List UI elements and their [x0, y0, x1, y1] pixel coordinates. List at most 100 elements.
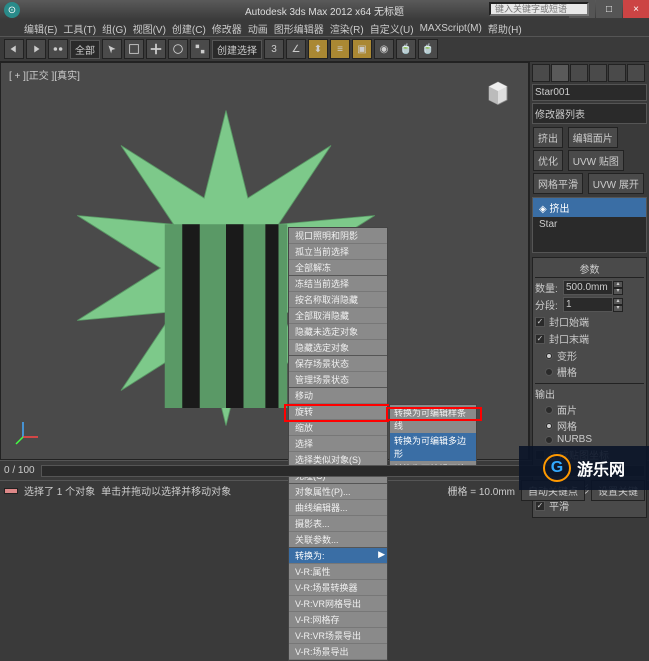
select-by-name-button[interactable]: [124, 39, 144, 59]
render-setup-button[interactable]: 🍵: [396, 39, 416, 59]
close-button[interactable]: ×: [623, 0, 649, 18]
ctx-props[interactable]: 对象属性(P)...: [289, 484, 387, 500]
rollout-title[interactable]: 参数: [535, 260, 644, 278]
grid-status: 栅格 = 10.0mm: [447, 483, 515, 498]
btn-optimize[interactable]: 优化: [533, 150, 563, 171]
hierarchy-tab[interactable]: [570, 64, 588, 82]
cap-start-checkbox[interactable]: ✓封口始端: [535, 314, 644, 329]
select-button[interactable]: [102, 39, 122, 59]
modify-tab[interactable]: [551, 64, 569, 82]
selection-filter-dropdown[interactable]: 全部: [70, 40, 100, 59]
btn-editpatch[interactable]: 编辑面片: [568, 127, 618, 148]
rotate-button[interactable]: [168, 39, 188, 59]
btn-unwrap[interactable]: UVW 展开: [588, 173, 644, 194]
material-editor-button[interactable]: ◉: [374, 39, 394, 59]
motion-tab[interactable]: [589, 64, 607, 82]
ctx-unhide-all[interactable]: 全部取消隐藏: [289, 308, 387, 324]
nurbs-radio[interactable]: NURBS: [545, 434, 644, 445]
align-button[interactable]: ≡: [330, 39, 350, 59]
angle-snap-button[interactable]: ∠: [286, 39, 306, 59]
amount-up[interactable]: ▴: [613, 281, 623, 288]
patch-radio[interactable]: 面片: [545, 402, 644, 417]
ref-coord-dropdown[interactable]: 创建选择: [212, 40, 262, 59]
redo-button[interactable]: [26, 39, 46, 59]
menu-group[interactable]: 组(G): [102, 21, 126, 36]
ctx-dope-sheet[interactable]: 摄影表...: [289, 516, 387, 532]
ctx-scale[interactable]: 缩放: [289, 420, 387, 436]
ctx-vr-scene-conv[interactable]: V-R:场景转换器: [289, 580, 387, 596]
segments-down[interactable]: ▾: [613, 305, 623, 312]
ctx-hide-unselected[interactable]: 隐藏未选定对象: [289, 324, 387, 340]
menu-tools[interactable]: 工具(T): [63, 21, 96, 36]
ctx-hide-selection[interactable]: 隐藏选定对象: [289, 340, 387, 356]
btn-meshsmooth[interactable]: 网格平滑: [533, 173, 583, 194]
sub-editable-spline[interactable]: 转换为可编辑样条线: [390, 405, 476, 433]
cap-end-checkbox[interactable]: ✓封口末端: [535, 331, 644, 346]
ctx-vr-mesh-export[interactable]: V-R:VR网格导出: [289, 596, 387, 612]
ctx-viewport-lighting[interactable]: 视口照明和阴影: [289, 228, 387, 244]
menu-render[interactable]: 渲染(R): [330, 21, 364, 36]
menu-modifiers[interactable]: 修改器: [212, 21, 242, 36]
link-button[interactable]: [48, 39, 68, 59]
ctx-save-scene-state[interactable]: 保存场景状态: [289, 356, 387, 372]
render-button[interactable]: 🍵: [418, 39, 438, 59]
ctx-manage-scene-state[interactable]: 管理场景状态: [289, 372, 387, 388]
maxscript-listener[interactable]: [4, 488, 18, 494]
amount-down[interactable]: ▾: [613, 288, 623, 295]
ctx-wire-params[interactable]: 关联参数...: [289, 532, 387, 548]
watermark-text: 游乐网: [577, 456, 625, 480]
menu-views[interactable]: 视图(V): [133, 21, 166, 36]
mesh-radio[interactable]: 网格: [545, 418, 644, 433]
menu-customize[interactable]: 自定义(U): [370, 21, 414, 36]
stack-extrude[interactable]: ◈ 挤出: [533, 198, 646, 217]
undo-button[interactable]: [4, 39, 24, 59]
menu-create[interactable]: 创建(C): [172, 21, 206, 36]
ctx-isolate[interactable]: 孤立当前选择: [289, 244, 387, 260]
segments-spinner[interactable]: 1: [563, 297, 613, 312]
menu-edit[interactable]: 编辑(E): [24, 21, 57, 36]
viewport[interactable]: [ + ][正交 ][真实] 视口照明和阴影 孤立当前选择 全部解冻 冻结当前选…: [0, 62, 529, 460]
ctx-unfreeze-all[interactable]: 全部解冻: [289, 260, 387, 276]
command-panel: Star001 修改器列表 挤出 编辑面片 优化 UVW 贴图 网格平滑 UVW…: [529, 62, 649, 460]
maximize-button[interactable]: □: [596, 0, 622, 18]
ctx-vr-scene-export[interactable]: V-R:VR场景导出: [289, 628, 387, 644]
viewport-label[interactable]: [ + ][正交 ][真实]: [9, 67, 80, 82]
segments-up[interactable]: ▴: [613, 298, 623, 305]
modifier-list-dropdown[interactable]: 修改器列表: [532, 103, 647, 124]
ctx-rotate[interactable]: 旋转: [289, 404, 387, 420]
stack-star[interactable]: Star: [533, 217, 646, 232]
btn-uvw-map[interactable]: UVW 贴图: [568, 150, 624, 171]
object-name-field[interactable]: Star001: [532, 84, 647, 101]
mirror-button[interactable]: ⬍: [308, 39, 328, 59]
scale-button[interactable]: [190, 39, 210, 59]
menu-animation[interactable]: 动画: [248, 21, 268, 36]
main-toolbar: 全部 创建选择 3 ∠ ⬍ ≡ ▣ ◉ 🍵 🍵: [0, 36, 649, 62]
menu-maxscript[interactable]: MAXScript(M): [420, 23, 482, 34]
amount-spinner[interactable]: 500.0mm: [563, 280, 613, 295]
display-tab[interactable]: [608, 64, 626, 82]
menu-graph[interactable]: 图形编辑器: [274, 21, 324, 36]
grid-radio[interactable]: 栅格: [545, 364, 644, 379]
menu-help[interactable]: 帮助(H): [488, 21, 522, 36]
help-search-input[interactable]: [489, 2, 589, 16]
ctx-convert-to[interactable]: 转换为:▶: [289, 548, 387, 564]
ctx-vr-mesh-save[interactable]: V-R:网格存: [289, 612, 387, 628]
app-logo-icon: ⊙: [4, 2, 20, 18]
move-button[interactable]: [146, 39, 166, 59]
viewcube-icon[interactable]: [480, 73, 516, 109]
utilities-tab[interactable]: [627, 64, 645, 82]
ctx-vr-props[interactable]: V-R:属性: [289, 564, 387, 580]
ctx-select[interactable]: 选择: [289, 436, 387, 452]
create-tab[interactable]: [532, 64, 550, 82]
ctx-move[interactable]: 移动: [289, 388, 387, 404]
morph-radio[interactable]: 变形: [545, 348, 644, 363]
ctx-unhide-by-name[interactable]: 按名称取消隐藏: [289, 292, 387, 308]
ctx-freeze[interactable]: 冻结当前选择: [289, 276, 387, 292]
ctx-curve-editor[interactable]: 曲线编辑器...: [289, 500, 387, 516]
layer-button[interactable]: ▣: [352, 39, 372, 59]
ctx-vr-scene-export2[interactable]: V-R:场景导出: [289, 644, 387, 660]
modifier-stack[interactable]: ◈ 挤出 Star: [532, 197, 647, 253]
snap-button[interactable]: 3: [264, 39, 284, 59]
btn-extrude[interactable]: 挤出: [533, 127, 563, 148]
sub-editable-poly[interactable]: 转换为可编辑多边形: [390, 433, 476, 461]
